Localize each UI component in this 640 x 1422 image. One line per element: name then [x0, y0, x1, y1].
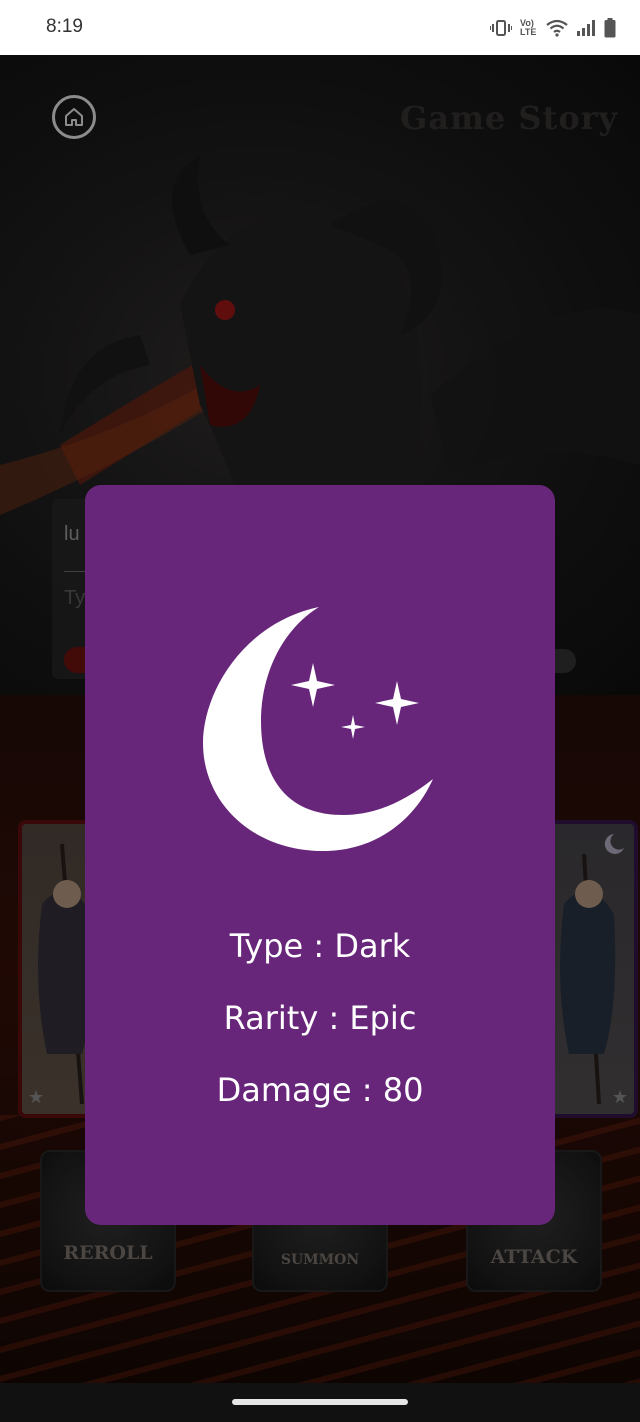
- battery-icon: [604, 18, 616, 38]
- signal-icon: [577, 20, 595, 36]
- vibrate-icon: [490, 20, 512, 36]
- system-nav-bar: [0, 1383, 640, 1422]
- moon-stars-icon: [203, 607, 433, 851]
- status-bar: 8:19 Vo) LTE: [0, 0, 640, 55]
- volte-icon: Vo) LTE: [520, 18, 537, 37]
- gesture-handle[interactable]: [232, 1399, 408, 1405]
- wifi-icon: [546, 19, 568, 37]
- card-detail-modal: Type : Dark Rarity : Epic Damage : 80: [85, 485, 555, 1225]
- damage-label: Damage : 80: [216, 1071, 424, 1109]
- status-time: 8:19: [46, 16, 83, 37]
- type-label: Type : Dark: [229, 927, 411, 965]
- status-icons: Vo) LTE: [490, 14, 616, 42]
- game-screen: Game Story lu Ty ★ ★ REROLL SUMMON ATTAC…: [0, 55, 640, 1383]
- rarity-label: Rarity : Epic: [223, 999, 417, 1037]
